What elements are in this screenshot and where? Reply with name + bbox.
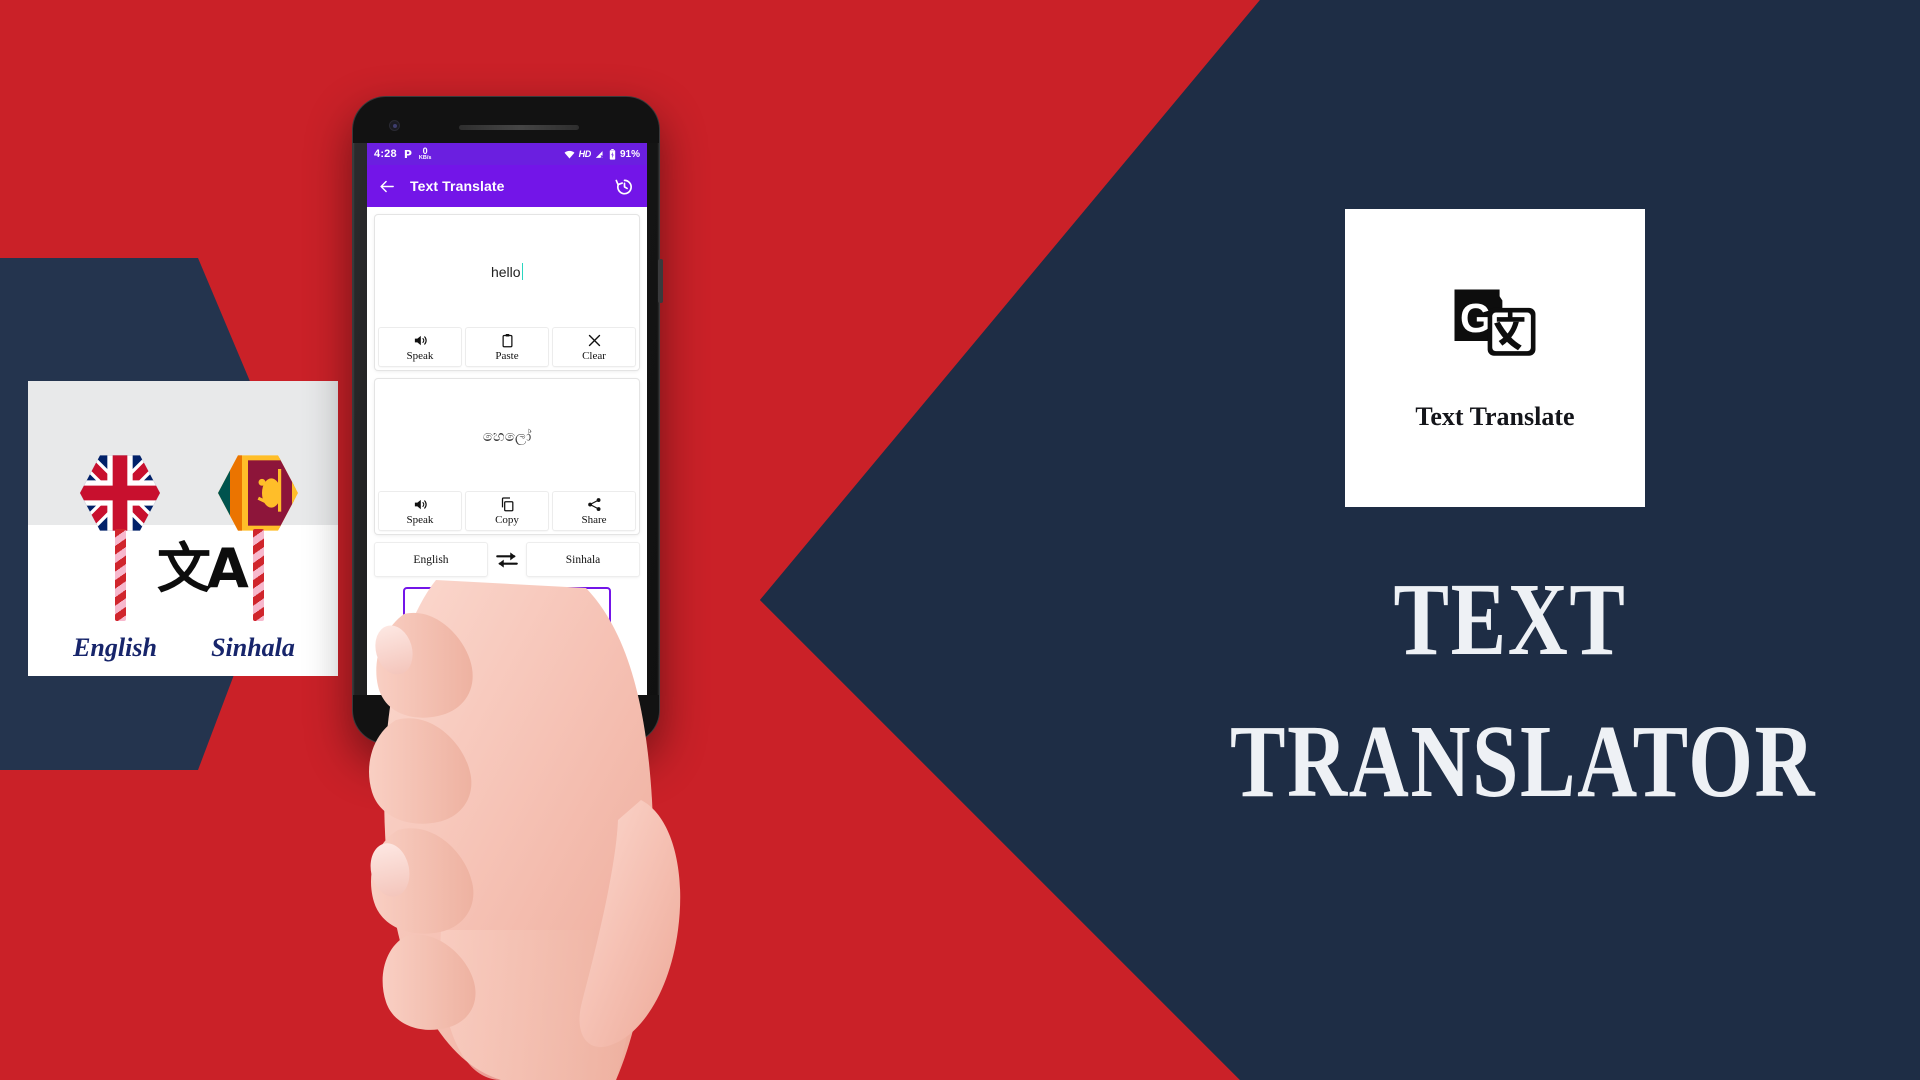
source-actions-row: Speak Paste Clear bbox=[375, 328, 639, 370]
phone-screen: 4:28 P 0 KB/s HD 91% Text Translate hell… bbox=[367, 143, 647, 697]
target-text-card: හෙලෝ Speak Copy Share bbox=[375, 379, 639, 534]
app-icon-card: G Text Translate bbox=[1345, 209, 1645, 507]
language-label-source: English bbox=[73, 633, 157, 662]
earpiece-speaker bbox=[459, 125, 579, 130]
source-paste-button[interactable]: Paste bbox=[466, 328, 548, 366]
history-icon[interactable] bbox=[614, 176, 635, 197]
translate-glyph-icon: 文A bbox=[157, 537, 249, 600]
status-time: 4:28 bbox=[374, 148, 397, 160]
swap-arrows-icon[interactable] bbox=[494, 550, 520, 570]
source-text-area[interactable]: hello bbox=[375, 215, 639, 328]
uk-flag-stick bbox=[115, 529, 126, 621]
united-kingdom-flag-icon bbox=[80, 455, 160, 531]
copy-icon bbox=[501, 497, 513, 512]
hero-title: TEXT TRANSLATOR bbox=[1160, 568, 1860, 814]
app-badge-icon: P bbox=[403, 147, 412, 161]
back-arrow-icon[interactable] bbox=[379, 178, 396, 195]
app-bar-title: Text Translate bbox=[410, 178, 505, 194]
battery-icon bbox=[609, 148, 616, 160]
source-speak-label: Speak bbox=[406, 350, 434, 362]
sri-lanka-flag-stick bbox=[253, 529, 264, 621]
language-pair-card: 文A English Sinhala bbox=[28, 381, 338, 676]
target-text-area: හෙලෝ bbox=[375, 379, 639, 492]
text-caret bbox=[521, 263, 524, 280]
phone-bottom-bezel bbox=[353, 695, 659, 743]
source-paste-label: Paste bbox=[495, 350, 519, 362]
google-translate-icon: G bbox=[1454, 289, 1536, 356]
source-text-value: hello bbox=[490, 263, 521, 280]
target-speak-button[interactable]: Speak bbox=[379, 492, 461, 530]
source-language-label: English bbox=[413, 553, 449, 566]
target-language-select[interactable]: Sinhala bbox=[527, 543, 639, 576]
sri-lanka-flag-icon bbox=[218, 455, 298, 531]
phone-mockup: 4:28 P 0 KB/s HD 91% Text Translate hell… bbox=[352, 96, 663, 744]
target-share-label: Share bbox=[581, 514, 607, 526]
hero-title-line-2: TRANSLATOR bbox=[1230, 704, 1817, 819]
signal-no-service-icon bbox=[595, 150, 604, 158]
status-bar: 4:28 P 0 KB/s HD 91% bbox=[367, 143, 647, 165]
source-language-select[interactable]: English bbox=[375, 543, 487, 576]
source-clear-button[interactable]: Clear bbox=[553, 328, 635, 366]
translate-screen-body: hello Speak Paste Clear හෙලෝ Speak Copy … bbox=[367, 207, 647, 697]
target-language-label: Sinhala bbox=[565, 553, 601, 566]
hero-title-line-1: TEXT bbox=[1393, 562, 1627, 677]
source-text-card: hello Speak Paste Clear bbox=[375, 215, 639, 370]
clipboard-icon bbox=[502, 334, 512, 348]
hd-icon: HD bbox=[578, 149, 592, 159]
translate-button-label: Translate bbox=[470, 595, 544, 618]
source-clear-label: Clear bbox=[582, 350, 606, 362]
wifi-icon bbox=[564, 150, 575, 159]
share-icon bbox=[587, 498, 600, 511]
source-speak-button[interactable]: Speak bbox=[379, 328, 461, 366]
target-copy-label: Copy bbox=[495, 514, 519, 526]
language-label-target: Sinhala bbox=[211, 633, 295, 662]
front-camera-icon bbox=[389, 120, 400, 131]
battery-percent: 91% bbox=[619, 148, 640, 160]
bottom-speaker bbox=[446, 723, 566, 728]
speaker-icon bbox=[414, 499, 427, 510]
app-icon-label: Text Translate bbox=[1415, 402, 1575, 431]
data-rate-unit: KB/s bbox=[418, 154, 432, 161]
data-rate-indicator: 0 KB/s bbox=[418, 146, 432, 162]
translate-button[interactable]: Translate bbox=[403, 587, 611, 627]
target-text-value: හෙලෝ bbox=[482, 426, 532, 445]
speaker-icon bbox=[414, 335, 427, 346]
svg-text:G: G bbox=[1460, 295, 1491, 341]
target-actions-row: Speak Copy Share bbox=[375, 492, 639, 534]
phone-top-bezel bbox=[353, 97, 659, 143]
phone-power-button[interactable] bbox=[658, 259, 663, 303]
target-share-button[interactable]: Share bbox=[553, 492, 635, 530]
target-speak-label: Speak bbox=[406, 514, 434, 526]
app-bar: Text Translate bbox=[367, 165, 647, 207]
language-selector-row: English Sinhala bbox=[375, 543, 639, 576]
close-x-icon bbox=[588, 334, 600, 347]
target-copy-button[interactable]: Copy bbox=[466, 492, 548, 530]
